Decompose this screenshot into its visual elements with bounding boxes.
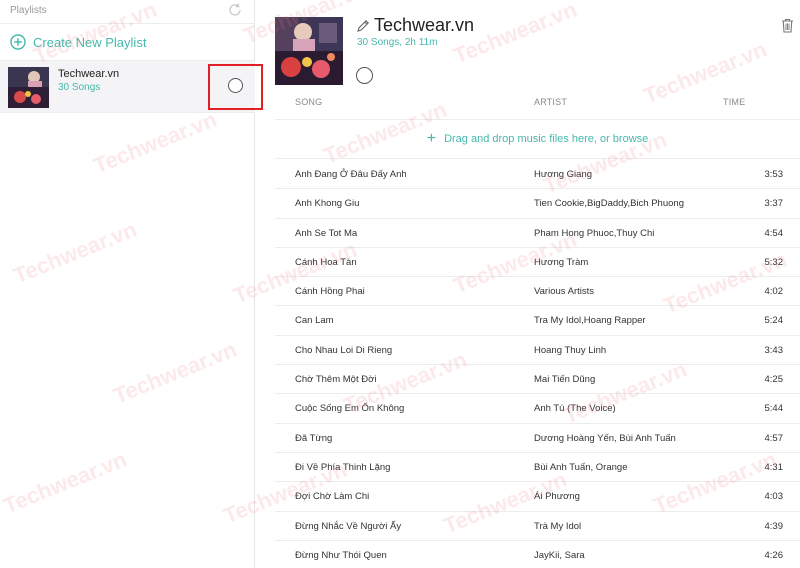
track-row[interactable]: Anh Se Tot Ma Pham Hong Phuoc,Thuy Chi 4:5… — [275, 219, 800, 248]
refresh-icon[interactable] — [227, 2, 243, 18]
column-header-time[interactable]: TIME — [723, 97, 745, 107]
track-artist: Dương Hoàng Yến, Bùi Anh Tuấn — [534, 432, 676, 444]
track-duration: 4:26 — [764, 549, 784, 561]
track-artist: Bùi Anh Tuấn, Orange — [534, 461, 628, 473]
playlist-cover-art — [275, 17, 343, 85]
track-duration: 3:37 — [764, 198, 784, 210]
track-row[interactable]: Anh Đang Ở Đâu Đấy Anh Hương Giang 3:53 — [275, 160, 800, 190]
track-duration: 3:43 — [764, 344, 784, 356]
playlist-title-row: Techwear.vn — [356, 15, 474, 36]
pencil-icon[interactable] — [356, 19, 370, 33]
drop-zone-label: Drag and drop music files here, or brows… — [444, 133, 649, 145]
track-title: Can Lam — [295, 315, 334, 327]
plus-circle-icon — [10, 34, 26, 50]
track-title: Cánh Hồng Phai — [295, 286, 365, 298]
playlist-select-all-circle[interactable] — [356, 67, 373, 84]
track-row[interactable]: Chờ Thêm Một Đời Mai Tiến Dũng 4:25 — [275, 365, 800, 395]
column-header-song[interactable]: SONG — [295, 97, 322, 107]
track-duration: 4:25 — [764, 374, 784, 386]
track-artist: JayKii, Sara — [534, 549, 585, 561]
track-artist: Ái Phương — [534, 491, 580, 503]
track-title: Đi Về Phía Thinh Lặng — [295, 461, 391, 473]
playlists-sidebar: Playlists Create New Playlist Techwear.v… — [0, 0, 263, 568]
track-row[interactable]: Cho Nhau Loi Di Rieng Hoang Thuy Linh 3:43 — [275, 336, 800, 366]
track-duration: 4:31 — [764, 461, 784, 473]
track-artist: Hương Tràm — [534, 256, 589, 268]
column-header-artist[interactable]: ARTIST — [534, 97, 567, 107]
track-title: Đừng Nhắc Về Người Ấy — [295, 520, 402, 532]
track-title: Anh Đang Ở Đâu Đấy Anh — [295, 169, 407, 180]
track-duration: 5:32 — [764, 256, 784, 268]
track-duration: 4:39 — [764, 520, 784, 532]
track-row[interactable]: Cuộc Sống Em Ổn Không Anh Tú (The Voice) 5… — [275, 394, 800, 424]
track-artist: Anh Tú (The Voice) — [534, 403, 616, 415]
track-row[interactable]: Đợi Chờ Làm Chi Ái Phương 4:03 — [275, 482, 800, 512]
track-title: Đã Từng — [295, 432, 333, 444]
track-title: Đừng Như Thói Quen — [295, 549, 387, 561]
track-row[interactable]: Đừng Như Thói Quen JayKii, Sara 4:26 — [275, 541, 800, 568]
trash-icon[interactable] — [781, 18, 794, 33]
create-new-playlist-button[interactable]: Create New Playlist — [10, 32, 146, 52]
playlist-title[interactable]: Techwear.vn — [374, 15, 474, 36]
track-duration: 4:57 — [764, 432, 784, 444]
track-title: Chờ Thêm Một Đời — [295, 374, 377, 386]
track-row[interactable]: Can Lam Tra My Idol,Hoang Rapper 5:24 — [275, 306, 800, 336]
track-row[interactable]: Cánh Hoa Tàn Hương Tràm 5:32 — [275, 248, 800, 278]
track-row[interactable]: Anh Khong Giu Tien Cookie,BigDaddy,Bich P… — [275, 189, 800, 219]
track-artist: Tien Cookie,BigDaddy,Bich Phuong — [534, 198, 684, 210]
track-artist: Various Artists — [534, 286, 595, 298]
playlist-subtitle: 30 Songs, 2h 11m — [357, 37, 438, 48]
track-artist: Hoang Thuy Linh — [534, 344, 607, 356]
track-row[interactable]: Cánh Hồng Phai Various Artists 4:02 — [275, 277, 800, 307]
sidebar-header: Playlists — [0, 0, 255, 24]
track-artist: Pham Hong Phuoc,Thuy Chi — [534, 227, 655, 239]
create-new-playlist-label: Create New Playlist — [33, 34, 147, 50]
playlist-thumbnail — [8, 67, 49, 108]
drop-zone[interactable]: + Drag and drop music files here, or bro… — [275, 119, 800, 159]
track-title: Cuộc Sống Em Ổn Không — [295, 403, 405, 415]
sidebar-playlist-count: 30 Songs — [58, 82, 101, 93]
sidebar-playlist-name: Techwear.vn — [58, 68, 120, 80]
track-title: Anh Khong Giu — [295, 198, 360, 210]
track-row[interactable]: Đi Về Phía Thinh Lặng Bùi Anh Tuấn, Orang… — [275, 453, 800, 483]
track-row[interactable]: Đừng Nhắc Về Người Ấy Trà My Idol 4:39 — [275, 512, 800, 541]
track-list: Anh Đang Ở Đâu Đấy Anh Hương Giang 3:53 An… — [275, 160, 800, 568]
track-title: Cánh Hoa Tàn — [295, 256, 357, 268]
track-duration: 5:44 — [764, 403, 784, 415]
playlist-detail: Techwear.vn 30 Songs, 2h 11m SONG ARTIST… — [256, 0, 800, 568]
track-duration: 3:53 — [764, 169, 784, 180]
track-duration: 5:24 — [764, 315, 784, 327]
track-title: Đợi Chờ Làm Chi — [295, 491, 370, 503]
track-duration: 4:54 — [764, 227, 784, 239]
track-artist: Mai Tiến Dũng — [534, 374, 596, 386]
track-row[interactable]: Đã Từng Dương Hoàng Yến, Bùi Anh Tuấn 4:57 — [275, 424, 800, 453]
track-title: Cho Nhau Loi Di Rieng — [295, 344, 393, 356]
track-artist: Trà My Idol — [534, 520, 582, 532]
track-artist: Hương Giang — [534, 169, 593, 180]
track-duration: 4:03 — [764, 491, 784, 503]
track-duration: 4:02 — [764, 286, 784, 298]
sidebar-title: Playlists — [10, 5, 47, 16]
track-artist: Tra My Idol,Hoang Rapper — [534, 315, 646, 327]
playlist-select-circle[interactable] — [228, 78, 243, 93]
plus-icon: + — [426, 130, 437, 147]
track-title: Anh Se Tot Ma — [295, 227, 358, 239]
